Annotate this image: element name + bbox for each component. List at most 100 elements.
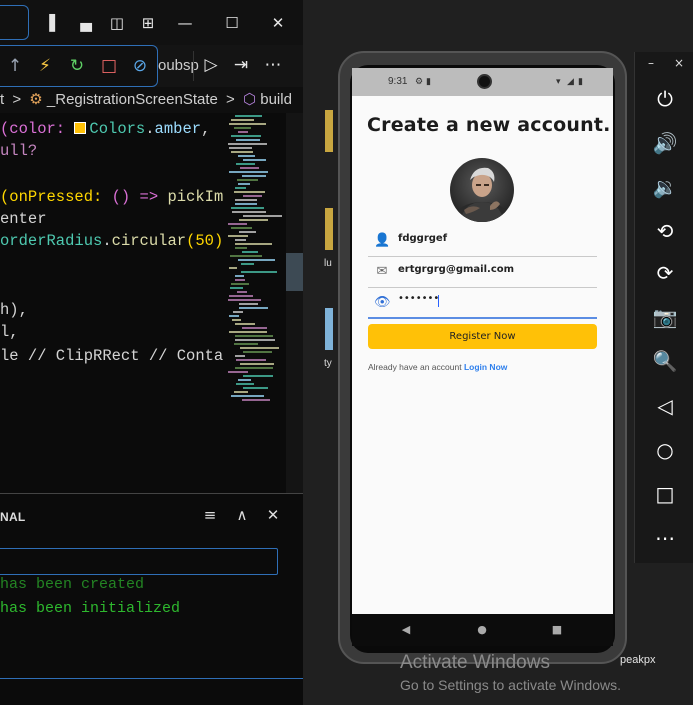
restart-icon[interactable]: ↻ [66,55,88,77]
data-status-icon: ▮ [426,76,431,86]
home-icon[interactable]: ○ [652,437,678,463]
breadcrumb-item-file[interactable]: t [0,87,4,113]
stop-icon[interactable]: □ [98,55,120,77]
rotate-left-icon[interactable]: ⟲ [652,218,678,244]
minimap-line [235,239,246,241]
editor-scrollbar-thumb[interactable] [286,253,303,291]
breadcrumb-separator-2: > [226,91,235,108]
zoom-icon[interactable]: 🔍 [652,348,678,374]
desktop-icon[interactable] [325,308,333,350]
filter-input[interactable] [0,548,278,575]
minimap-line [238,131,248,133]
code-line: h), [0,301,28,319]
class-symbol-icon: ⚙ [29,91,43,108]
clear-output-icon[interactable]: ≡ [199,504,221,526]
email-field[interactable]: ✉ ertgrgrg@gmail.com [368,256,597,288]
code-line: orderRadius.circular(50) [0,232,224,250]
password-field[interactable]: 👁 ••••••• [368,287,597,319]
minimap-line [229,171,268,173]
toggle-panel-icon[interactable]: ▄ [75,12,97,34]
volume-up-icon[interactable]: 🔊 [652,130,678,156]
run-icon[interactable]: ▷ [200,54,222,76]
volume-down-icon[interactable]: 🔉 [652,174,678,200]
app-screen: 9:31 ⚙ ▮ ▾ ◢ ▮ Create a new account. 👤 f… [352,68,613,646]
close-window-icon[interactable]: ✕ [267,12,289,34]
power-icon[interactable]: ⏻ [652,86,678,112]
emulator-toolbar: – × ⏻ 🔊 🔉 ⟲ ⟳ 📷 🔍 ◁ ○ □ ⋯ [634,52,693,563]
minimap-line [231,135,261,137]
minimize-icon[interactable]: — [174,12,196,34]
toggle-secondary-sidebar-icon[interactable]: ◫ [106,12,128,34]
screen-root: ▌ ▄ ◫ ⊞ — ☐ ✕ ↑ ⚡ ↻ □ ⊘ oubsp ▷ ⇥ ⋯ t > [0,0,693,705]
desktop-icon[interactable] [325,208,333,250]
minimap-line [243,387,268,389]
back-icon[interactable]: ◁ [652,393,678,419]
more-actions-icon[interactable]: ⋯ [262,54,284,76]
devtools-icon[interactable]: ⊘ [129,55,151,77]
minimap-line [231,119,254,121]
login-link[interactable]: Login Now [464,362,507,372]
minimap-line [235,203,257,205]
battery-icon: ▮ [578,76,583,86]
minimap-line [229,331,267,333]
home-nav-icon[interactable]: ● [474,622,490,638]
minimap-line [242,399,270,401]
minimap-line [235,187,246,189]
profile-avatar[interactable] [450,158,514,222]
breadcrumb-item-class[interactable]: _RegistrationScreenState [47,87,218,113]
panel-title[interactable]: NAL [0,510,26,524]
open-changes-icon[interactable]: ⇥ [230,54,252,76]
minimap-line [242,175,266,177]
editor-scrollbar[interactable] [286,113,303,493]
minimap-line [228,371,248,373]
desktop-icon-label: lu [324,258,332,269]
minimap-line [240,347,279,349]
code-editor[interactable]: (color: Colors.amber, ull? (onPressed: (… [0,113,224,493]
minimap-line [229,315,239,317]
toggle-primary-sidebar-icon[interactable]: ▌ [44,12,66,34]
recents-nav-icon[interactable]: ■ [549,622,565,638]
minimap-line [236,383,254,385]
minimap-line [231,283,249,285]
eye-icon[interactable]: 👁 [374,295,391,311]
maximize-icon[interactable]: ☐ [221,12,243,34]
register-button[interactable]: Register Now [368,324,597,349]
rotate-right-icon[interactable]: ⟳ [652,260,678,286]
minimize-emulator-icon[interactable]: – [648,56,654,70]
hot-reload-icon[interactable]: ⚡ [34,55,56,77]
wifi-icon: ▾ [556,76,561,86]
customize-layout-icon[interactable]: ⊞ [137,12,159,34]
overview-icon[interactable]: □ [652,481,678,507]
minimap-line [235,323,255,325]
step-out-icon[interactable]: ↑ [4,55,26,77]
minimap-line [234,343,258,345]
minimap-line [232,319,241,321]
minimap-line [236,163,255,165]
color-swatch-icon[interactable] [74,122,87,134]
minimap-line [238,183,250,185]
minimap-line [238,259,275,261]
breadcrumb-item-method[interactable]: build [260,87,292,113]
minimap-line [235,247,247,249]
command-center-edge[interactable] [0,5,29,40]
minimap[interactable] [224,113,286,413]
minimap-line [235,115,262,117]
debug-controls: ↑ ⚡ ↻ □ ⊘ [0,45,158,87]
minimap-line [229,147,252,149]
minimap-line [229,123,266,125]
minimap-line [237,179,258,181]
avatar-photo [450,158,514,222]
name-field[interactable]: 👤 fdggrgef [368,225,597,257]
back-nav-icon[interactable]: ◀ [398,622,414,638]
close-emulator-icon[interactable]: × [674,56,684,70]
desktop-icon[interactable] [325,110,333,152]
page-title: Create a new account. [367,114,611,136]
minimap-line [242,251,258,253]
maximize-panel-icon[interactable]: ∧ [231,504,253,526]
more-options-icon[interactable]: ⋯ [652,525,678,551]
minimap-line [233,311,243,313]
close-panel-icon[interactable]: ✕ [262,504,284,526]
minimap-line [228,143,267,145]
emulator-toolbar-header: – × [635,52,693,74]
screenshot-camera-icon[interactable]: 📷 [652,304,678,330]
